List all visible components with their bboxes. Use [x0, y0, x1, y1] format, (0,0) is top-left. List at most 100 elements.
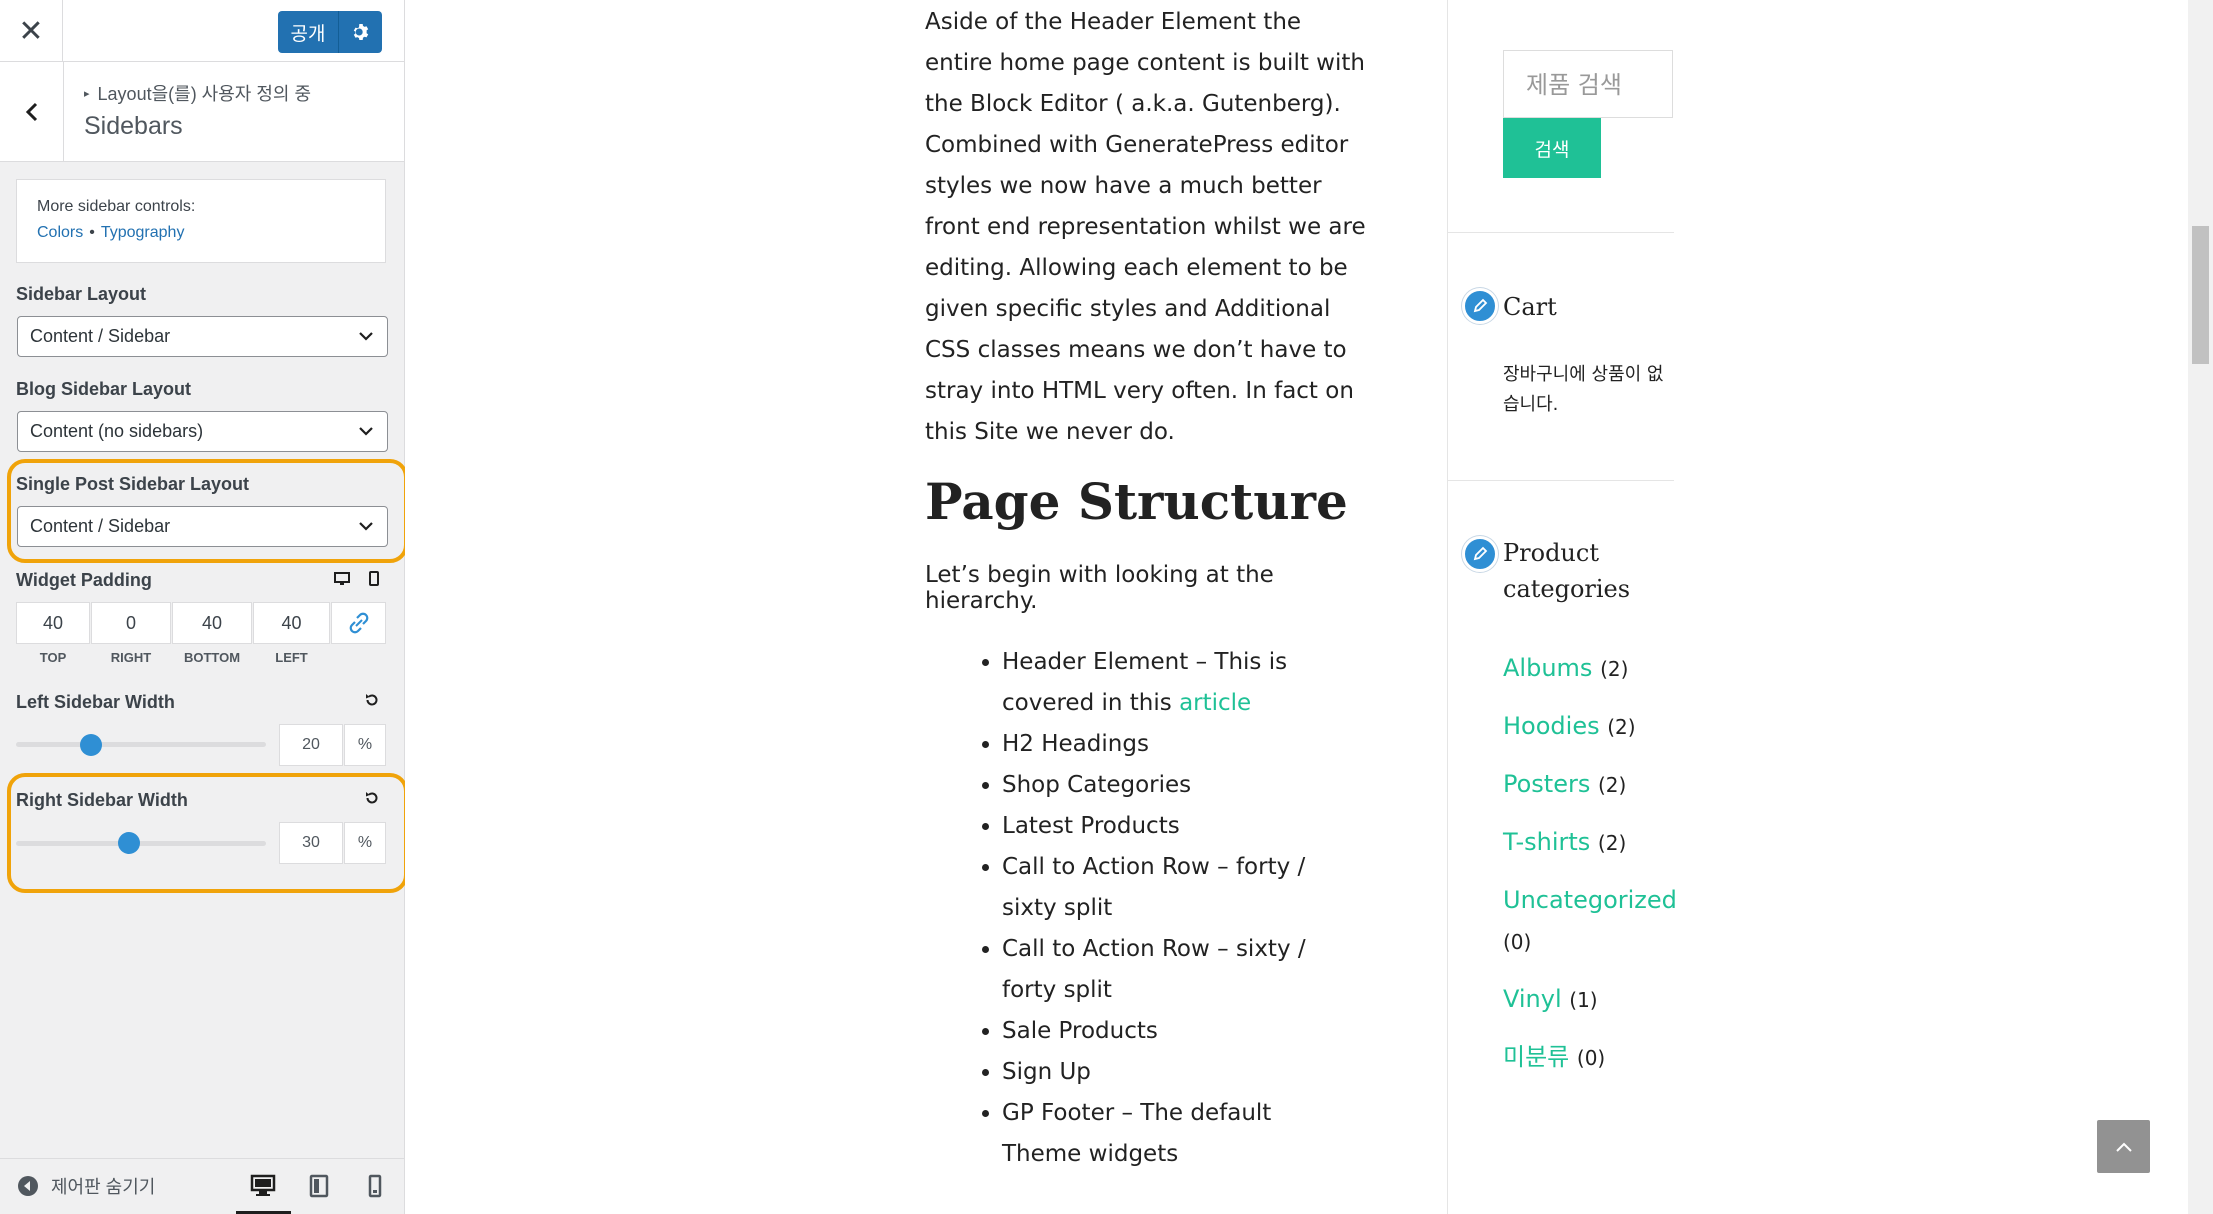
left-sidebar-width-handle[interactable]: [80, 734, 102, 756]
category-count: (2): [1600, 657, 1629, 681]
search-button[interactable]: 검색: [1503, 118, 1601, 178]
site-sidebar: 제품 검색 검색 Cart 장바구니에 상품이 없습니다. Product ca…: [1447, 0, 1677, 1214]
back-to-top-button[interactable]: [2097, 1120, 2150, 1173]
category-item: T-shirts (2): [1503, 822, 1673, 864]
hierarchy-text: Let’s begin with looking at the hierarch…: [925, 562, 1274, 614]
close-icon: ✕: [18, 14, 44, 48]
reset-icon[interactable]: [364, 692, 380, 708]
hide-controls-button[interactable]: 제어판 숨기기: [17, 1173, 155, 1199]
unlink-icon: [349, 612, 368, 634]
category-count: (2): [1607, 715, 1636, 739]
customizer-panel: ✕ 공개 ▸ Layout을(를) 사용자 정의 중 Sidebars More …: [0, 0, 408, 1214]
category-link[interactable]: Posters: [1503, 770, 1590, 798]
padding-bottom-label: BOTTOM: [183, 650, 241, 665]
breadcrumb: ▸ Layout을(를) 사용자 정의 중: [84, 80, 311, 106]
blog-sidebar-layout-label: Blog Sidebar Layout: [16, 379, 192, 399]
section-header: ▸ Layout을(를) 사용자 정의 중 Sidebars: [0, 62, 404, 162]
customizer-header: ✕ 공개: [0, 0, 404, 62]
page-structure-heading: Page Structure: [925, 472, 1348, 531]
chevron-down-icon: [359, 522, 373, 531]
padding-top-input[interactable]: 40: [16, 602, 90, 644]
cart-widget-title: Cart: [1503, 293, 1557, 321]
triangle-icon: ▸: [84, 88, 90, 100]
padding-bottom-input[interactable]: 40: [172, 602, 252, 644]
product-search-input[interactable]: 제품 검색: [1503, 50, 1673, 118]
mobile-icon[interactable]: [369, 571, 379, 586]
edit-widget-button[interactable]: [1462, 288, 1498, 324]
widget-divider: [1448, 232, 1674, 233]
right-sidebar-width-input[interactable]: 30: [279, 822, 343, 864]
publish-button[interactable]: 공개: [278, 11, 339, 53]
more-controls-text: More sidebar controls:: [37, 198, 196, 215]
list-item: H2 Headings: [1002, 724, 1345, 765]
typography-link[interactable]: Typography: [101, 224, 185, 241]
left-sidebar-width-unit: %: [344, 724, 386, 766]
colors-link[interactable]: Colors: [37, 224, 83, 241]
category-item: Hoodies (2): [1503, 706, 1673, 748]
single-post-sidebar-layout-value: Content / Sidebar: [30, 516, 171, 536]
edit-widget-button[interactable]: [1462, 536, 1498, 572]
category-link[interactable]: Vinyl: [1503, 985, 1562, 1013]
category-count: (2): [1598, 773, 1627, 797]
padding-left-label: LEFT: [275, 650, 308, 665]
list-item: Sign Up: [1002, 1052, 1345, 1093]
category-item: 미분류 (0): [1503, 1037, 1673, 1079]
more-controls-box: More sidebar controls: Colors • Typography: [16, 179, 386, 263]
sidebar-layout-label: Sidebar Layout: [16, 284, 147, 304]
tablet-icon: [309, 1174, 329, 1198]
section-title: Sidebars: [84, 112, 183, 140]
category-link[interactable]: Hoodies: [1503, 712, 1600, 740]
publish-settings-button[interactable]: [339, 11, 382, 53]
category-item: Albums (2): [1503, 648, 1673, 690]
category-count: (0): [1576, 1046, 1606, 1070]
back-button[interactable]: [0, 62, 64, 162]
single-post-sidebar-layout-label: Single Post Sidebar Layout: [16, 474, 250, 494]
padding-right-input[interactable]: 0: [91, 602, 171, 644]
chevron-up-icon: [2115, 1142, 2132, 1152]
padding-top-label: TOP: [39, 650, 67, 665]
customizer-footer: 제어판 숨기기: [0, 1158, 404, 1214]
preview-mobile-button[interactable]: [358, 1171, 392, 1201]
list-item: Shop Categories: [1002, 765, 1345, 806]
close-customizer-button[interactable]: ✕: [0, 0, 63, 62]
padding-right-label: RIGHT: [110, 650, 152, 665]
single-post-sidebar-layout-select[interactable]: Content / Sidebar: [17, 506, 388, 547]
left-sidebar-width-input[interactable]: 20: [279, 724, 343, 766]
desktop-icon[interactable]: [334, 572, 350, 586]
publish-group: 공개: [278, 11, 382, 53]
padding-left-input[interactable]: 40: [253, 602, 330, 644]
left-sidebar-width-slider[interactable]: [16, 742, 266, 747]
pencil-icon: [1473, 298, 1488, 313]
link-values-button[interactable]: [331, 602, 386, 644]
list-item: Call to Action Row – forty / sixty split: [1002, 847, 1345, 929]
cart-empty-message: 장바구니에 상품이 없습니다.: [1503, 364, 1664, 415]
sidebar-layout-select[interactable]: Content / Sidebar: [17, 316, 388, 357]
chevron-left-icon: [25, 102, 37, 122]
product-categories-list: Albums (2) Hoodies (2) Posters (2) T-shi…: [1503, 648, 1677, 1095]
category-link[interactable]: Uncategorized: [1503, 886, 1677, 914]
article-link[interactable]: article: [1179, 690, 1251, 716]
right-sidebar-width-handle[interactable]: [117, 832, 140, 854]
category-item: Uncategorized (0): [1503, 880, 1677, 963]
scrollbar-thumb[interactable]: [2192, 226, 2209, 364]
right-sidebar-width-slider[interactable]: [16, 841, 266, 846]
category-link[interactable]: Albums: [1503, 654, 1592, 682]
chevron-down-icon: [359, 427, 373, 436]
category-item: Posters (2): [1503, 764, 1673, 806]
list-item: Sale Products: [1002, 1011, 1345, 1052]
hide-controls-label: 제어판 숨기기: [51, 1177, 156, 1197]
category-link[interactable]: T-shirts: [1503, 828, 1590, 856]
category-count: (0): [1503, 930, 1532, 954]
preview-desktop-button[interactable]: [246, 1171, 280, 1201]
site-preview: Aside of the Header Element the entire h…: [405, 0, 2213, 1214]
structure-list: Header Element – This is covered in this…: [925, 642, 1345, 1175]
sidebar-layout-value: Content / Sidebar: [30, 326, 171, 346]
reset-icon[interactable]: [364, 790, 380, 806]
preview-scrollbar[interactable]: [2188, 0, 2213, 1214]
list-item: Call to Action Row – sixty / forty split: [1002, 929, 1345, 1011]
right-sidebar-width-unit: %: [344, 822, 386, 864]
product-categories-title: Product categories: [1503, 539, 1631, 603]
preview-tablet-button[interactable]: [302, 1171, 336, 1201]
blog-sidebar-layout-select[interactable]: Content (no sidebars): [17, 411, 388, 452]
category-link[interactable]: 미분류: [1503, 1043, 1569, 1071]
